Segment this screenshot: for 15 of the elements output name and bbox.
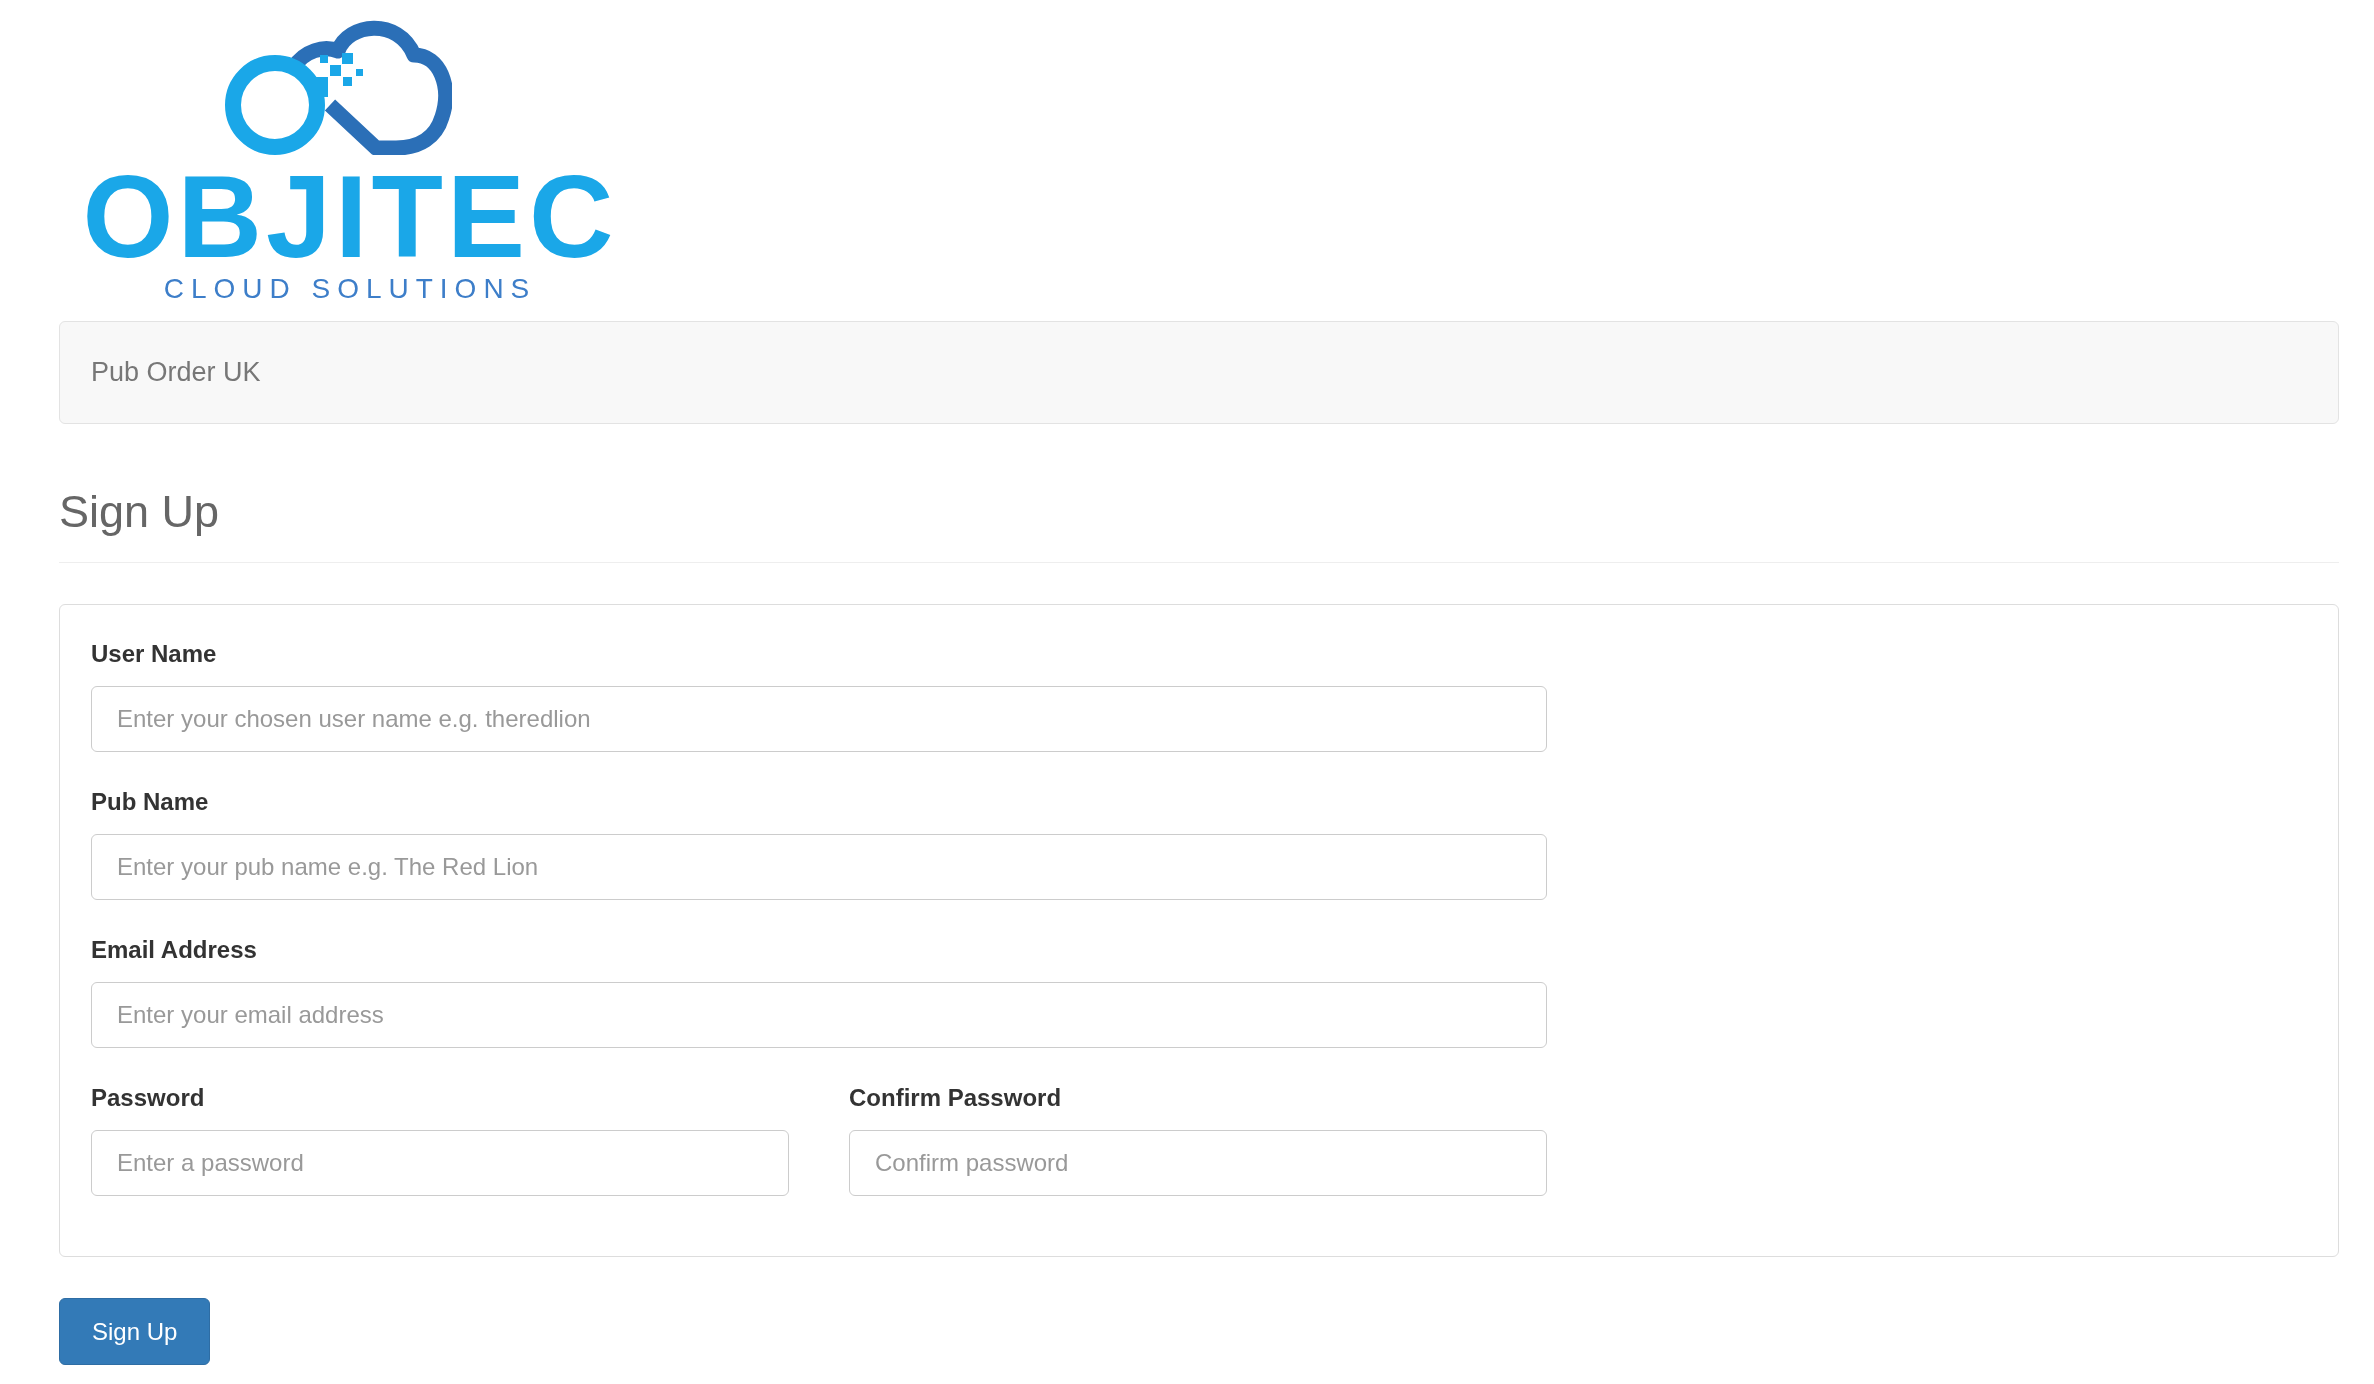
field-label: Email Address: [91, 936, 257, 964]
input-field[interactable]: Enter a password: [91, 1130, 789, 1196]
input-field[interactable]: Confirm password: [849, 1130, 1547, 1196]
navbar-brand[interactable]: Pub Order UK: [91, 352, 261, 393]
input-field[interactable]: Enter your pub name e.g. The Red Lion: [91, 834, 1547, 900]
page-title: Sign Up: [59, 487, 220, 537]
field-label: User Name: [91, 640, 217, 668]
field-label: Confirm Password: [849, 1084, 1062, 1112]
logo-tagline: CLOUD SOLUTIONS: [163, 275, 537, 303]
field-label: Pub Name: [91, 788, 209, 816]
logo-wordmark: OBJITEC: [82, 158, 618, 275]
sign-up-button[interactable]: Sign Up: [59, 1298, 211, 1365]
field-label: Password: [91, 1084, 205, 1112]
input-field[interactable]: Enter your email address: [91, 982, 1547, 1048]
input-field[interactable]: Enter your chosen user name e.g. theredlion: [91, 686, 1547, 752]
